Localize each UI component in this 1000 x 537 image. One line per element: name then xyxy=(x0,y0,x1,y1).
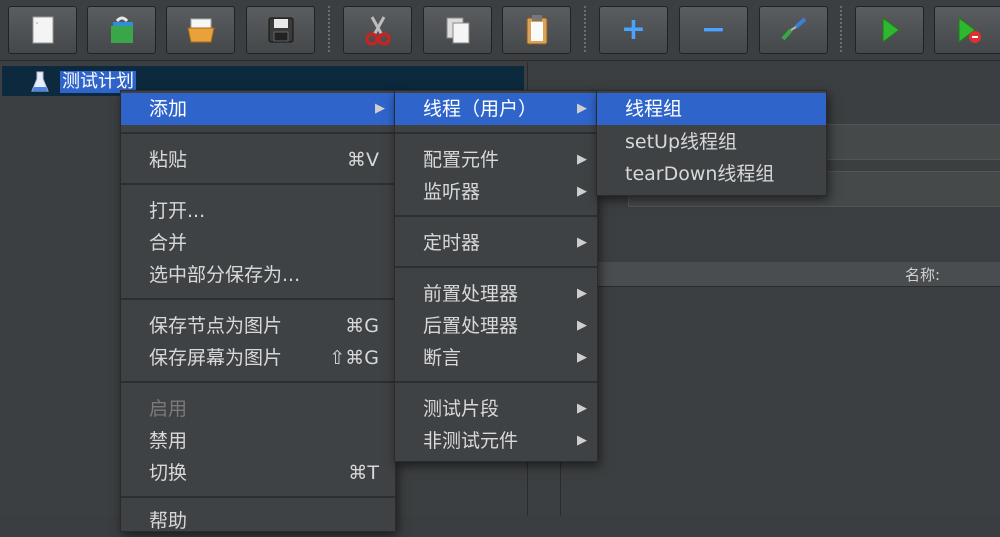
menu-item-threads[interactable]: 线程（用户） ▶ xyxy=(395,93,597,125)
menu-item-merge[interactable]: 合并 xyxy=(121,227,395,259)
menu-item-setup-thread-group[interactable]: setUp线程组 xyxy=(597,126,826,158)
collapse-icon: − xyxy=(700,12,727,47)
copy-button[interactable] xyxy=(423,6,492,54)
menu-item-disable[interactable]: 禁用 xyxy=(121,425,395,457)
toggle-button[interactable] xyxy=(759,6,828,54)
menu-separator xyxy=(121,132,395,134)
templates-button[interactable] xyxy=(87,6,156,54)
menu-item-add[interactable]: 添加 ▶ xyxy=(121,93,395,125)
menu-separator xyxy=(121,381,395,383)
menu-item-enable: 启用 xyxy=(149,398,188,420)
submenu-arrow-icon: ▶ xyxy=(577,350,587,365)
submenu-arrow-icon: ▶ xyxy=(577,184,587,199)
menu-item-non-test-element[interactable]: 非测试元件 ▶ xyxy=(395,425,597,457)
toolbar-separator xyxy=(328,6,330,52)
toolbar-separator xyxy=(584,6,586,52)
name-column-header[interactable]: 名称: xyxy=(905,264,940,285)
collapse-button[interactable]: − xyxy=(679,6,748,54)
submenu-arrow-icon: ▶ xyxy=(375,101,385,116)
save-button[interactable] xyxy=(246,6,315,54)
templates-icon xyxy=(110,16,133,43)
paste-button[interactable] xyxy=(502,6,571,54)
start-no-pause-button[interactable] xyxy=(934,6,1000,54)
submenu-arrow-icon: ▶ xyxy=(577,101,587,116)
add-submenu: 线程（用户） ▶ 配置元件 ▶ 监听器 ▶ 定时器 ▶ 前置处理器 ▶ 后置处理器 ▶ 断言… xyxy=(394,90,598,462)
menu-separator xyxy=(395,215,597,217)
menu-item-post-processor[interactable]: 后置处理器 ▶ xyxy=(395,310,597,342)
beaker-icon xyxy=(31,71,49,92)
menu-item-test-fragment[interactable]: 测试片段 ▶ xyxy=(395,393,597,425)
menu-item-teardown-thread-group[interactable]: tearDown线程组 xyxy=(597,158,826,190)
save-icon xyxy=(268,17,293,43)
menu-item-pre-processor[interactable]: 前置处理器 ▶ xyxy=(395,278,597,310)
menu-separator xyxy=(395,381,597,383)
open-button[interactable] xyxy=(166,6,235,54)
submenu-arrow-icon: ▶ xyxy=(577,401,587,416)
menu-item-save-node-as-image[interactable]: 保存节点为图片 ⌘G xyxy=(121,310,395,342)
submenu-arrow-icon: ▶ xyxy=(577,286,587,301)
toggle-icon xyxy=(781,17,806,41)
submenu-arrow-icon: ▶ xyxy=(577,318,587,333)
start-icon xyxy=(882,17,900,43)
menu-item-open[interactable]: 打开... xyxy=(121,195,395,227)
menu-item-paste[interactable]: 粘贴 ⌘V xyxy=(121,144,395,176)
new-icon xyxy=(32,16,53,44)
menu-item-timer[interactable]: 定时器 ▶ xyxy=(395,227,597,259)
context-menu: 添加 ▶ 粘贴 ⌘V 打开... 合并 选中部分保存为... 保存节点为图片 ⌘G 保… xyxy=(120,90,396,532)
toolbar: + − xyxy=(0,0,1000,61)
variables-table xyxy=(560,262,1000,516)
open-icon xyxy=(186,18,215,43)
start-button[interactable] xyxy=(855,6,924,54)
menu-item-help[interactable]: 帮助 xyxy=(121,505,395,537)
expand-button[interactable]: + xyxy=(599,6,668,54)
menu-item-save-selection-as[interactable]: 选中部分保存为... xyxy=(121,259,395,291)
menu-separator xyxy=(121,496,395,498)
start-no-pause-icon xyxy=(958,17,981,43)
menu-item-save-screen-as-image[interactable]: 保存屏幕为图片 ⇧⌘G xyxy=(121,342,395,374)
expand-icon: + xyxy=(620,12,647,47)
menu-separator xyxy=(395,132,597,134)
menu-separator xyxy=(395,266,597,268)
menu-item-thread-group[interactable]: 线程组 xyxy=(597,93,826,125)
toolbar-separator xyxy=(840,6,842,52)
submenu-arrow-icon: ▶ xyxy=(577,152,587,167)
cut-button[interactable] xyxy=(343,6,412,54)
new-button[interactable] xyxy=(8,6,77,54)
menu-separator xyxy=(121,183,395,185)
submenu-arrow-icon: ▶ xyxy=(577,235,587,250)
menu-item-toggle[interactable]: 切换 ⌘T xyxy=(121,457,395,489)
cut-icon xyxy=(365,16,390,46)
submenu-arrow-icon: ▶ xyxy=(577,433,587,448)
threads-submenu: 线程组 setUp线程组 tearDown线程组 xyxy=(596,90,827,196)
paste-icon xyxy=(526,15,547,45)
menu-item-listener[interactable]: 监听器 ▶ xyxy=(395,176,597,208)
copy-icon xyxy=(446,17,469,44)
menu-separator xyxy=(121,298,395,300)
menu-item-assertion[interactable]: 断言 ▶ xyxy=(395,342,597,374)
menu-item-config-element[interactable]: 配置元件 ▶ xyxy=(395,144,597,176)
